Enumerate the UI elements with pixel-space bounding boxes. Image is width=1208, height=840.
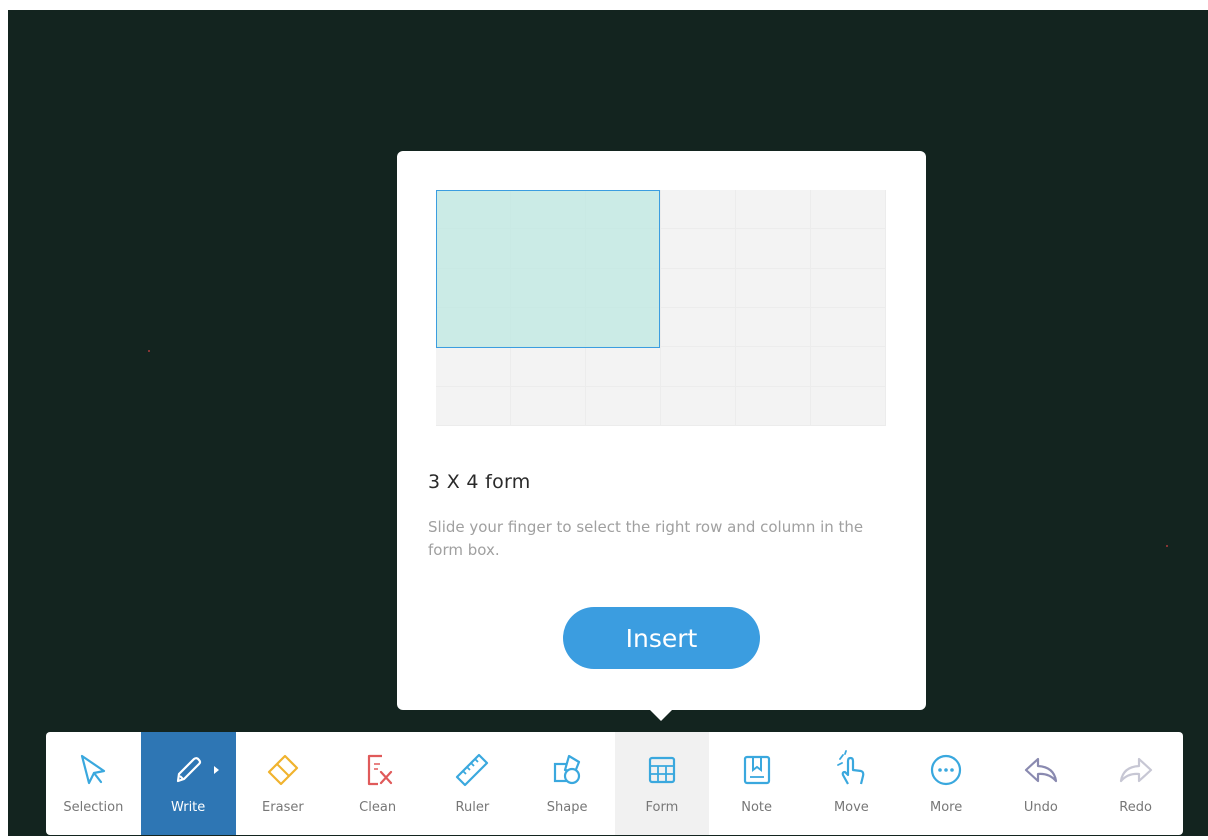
ink-dot xyxy=(1166,545,1168,547)
submenu-arrow-icon xyxy=(213,766,219,774)
tool-clean[interactable]: Clean xyxy=(330,732,425,835)
tool-undo[interactable]: Undo xyxy=(994,732,1089,835)
undo-icon xyxy=(1021,750,1061,790)
tool-more[interactable]: More xyxy=(899,732,994,835)
tool-redo[interactable]: Redo xyxy=(1088,732,1183,835)
form-instructions: Slide your finger to select the right ro… xyxy=(428,518,864,559)
tool-label: Move xyxy=(833,800,869,815)
eraser-icon xyxy=(263,750,303,790)
ruler-icon xyxy=(452,750,492,790)
tool-label: Write xyxy=(170,800,206,815)
clean-icon xyxy=(358,750,398,790)
tool-label: More xyxy=(930,800,963,815)
pen-icon xyxy=(168,750,208,790)
grid-selection xyxy=(436,190,660,348)
hand-icon xyxy=(831,750,871,790)
popup-pointer xyxy=(649,709,673,721)
tool-label: Undo xyxy=(1023,800,1058,815)
tool-selection[interactable]: Selection xyxy=(46,732,141,835)
shape-icon xyxy=(547,750,587,790)
table-icon xyxy=(642,750,682,790)
cursor-icon xyxy=(73,750,113,790)
redo-icon xyxy=(1116,750,1156,790)
insert-button[interactable]: Insert xyxy=(563,607,760,669)
tool-ruler[interactable]: Ruler xyxy=(425,732,520,835)
tool-form[interactable]: Form xyxy=(614,732,710,835)
tool-label: Shape xyxy=(546,800,588,815)
ink-dot xyxy=(148,350,150,352)
tool-label: Ruler xyxy=(455,800,490,815)
more-icon xyxy=(926,750,966,790)
form-popup: 3 X 4 form Slide your finger to select t… xyxy=(397,151,926,710)
note-icon xyxy=(737,750,777,790)
bottom-toolbar: Selection Write Eraser Clean Ruler Shape xyxy=(46,732,1183,835)
tool-label: Redo xyxy=(1119,800,1152,815)
tool-label: Clean xyxy=(359,800,397,815)
tool-shape[interactable]: Shape xyxy=(520,732,615,835)
tool-move[interactable]: Move xyxy=(804,732,899,835)
tool-write[interactable]: Write xyxy=(140,732,236,835)
tool-eraser[interactable]: Eraser xyxy=(236,732,331,835)
form-size-title: 3 X 4 form xyxy=(428,471,531,493)
tool-label: Form xyxy=(645,800,679,815)
tool-note[interactable]: Note xyxy=(709,732,804,835)
tool-label: Note xyxy=(741,800,773,815)
tool-label: Selection xyxy=(63,800,124,815)
tool-label: Eraser xyxy=(262,800,304,815)
